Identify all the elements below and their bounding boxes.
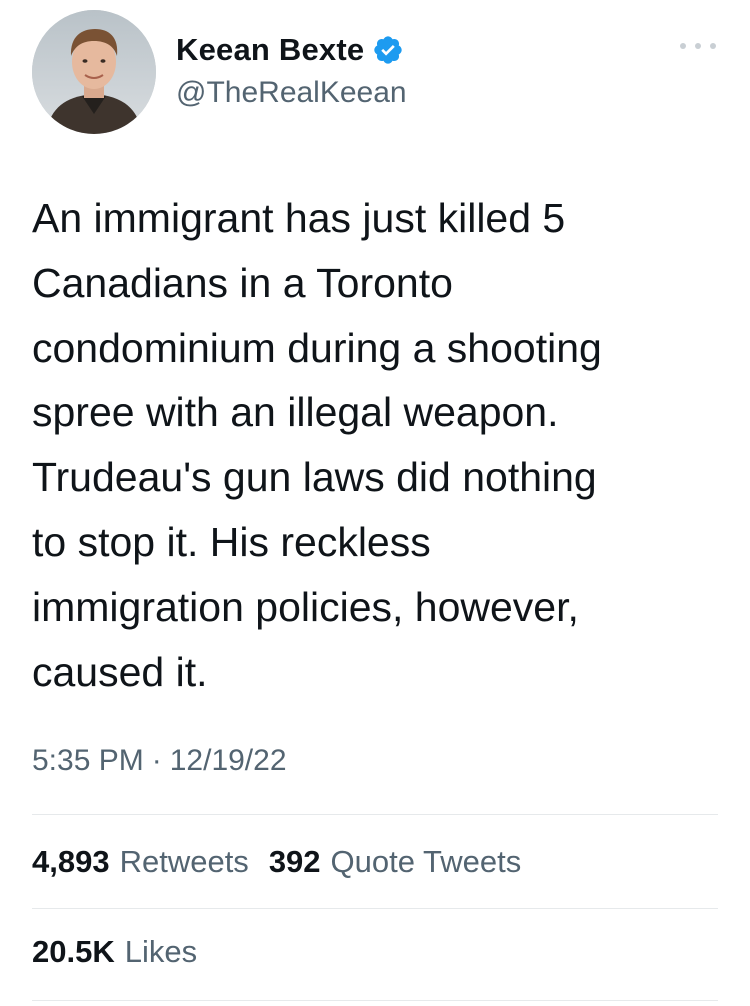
more-dot [695,43,701,49]
divider [32,908,718,909]
tweet-detail: Keean Bexte @TheRealKeean An immigrant h… [0,0,750,1006]
more-dot [680,43,686,49]
quote-tweets-count[interactable]: 392 [269,844,321,880]
engagement-stats-row: 4,893 Retweets 392 Quote Tweets [32,844,541,880]
quote-tweets-label[interactable]: Quote Tweets [331,844,522,880]
avatar-photo [32,10,156,134]
divider [32,1000,718,1001]
tweet-time[interactable]: 5:35 PM [32,744,144,778]
author-name-row[interactable]: Keean Bexte [176,28,404,72]
likes-stats-row: 20.5K Likes [32,934,217,970]
likes-label[interactable]: Likes [125,934,197,970]
author-handle[interactable]: @TheRealKeean [176,76,407,110]
timestamp-separator: · [151,744,162,777]
avatar[interactable] [32,10,156,134]
tweet-text: An immigrant has just killed 5 Canadians… [32,195,602,695]
verified-badge-icon [372,34,404,66]
divider [32,814,718,815]
likes-count[interactable]: 20.5K [32,934,115,970]
tweet-date[interactable]: 12/19/22 [170,744,287,778]
display-name[interactable]: Keean Bexte [176,32,364,68]
tweet-timestamp[interactable]: 5:35 PM · 12/19/22 [32,744,287,778]
more-dot [710,43,716,49]
retweets-label[interactable]: Retweets [120,844,249,880]
more-icon[interactable] [680,36,716,56]
retweets-count[interactable]: 4,893 [32,844,110,880]
